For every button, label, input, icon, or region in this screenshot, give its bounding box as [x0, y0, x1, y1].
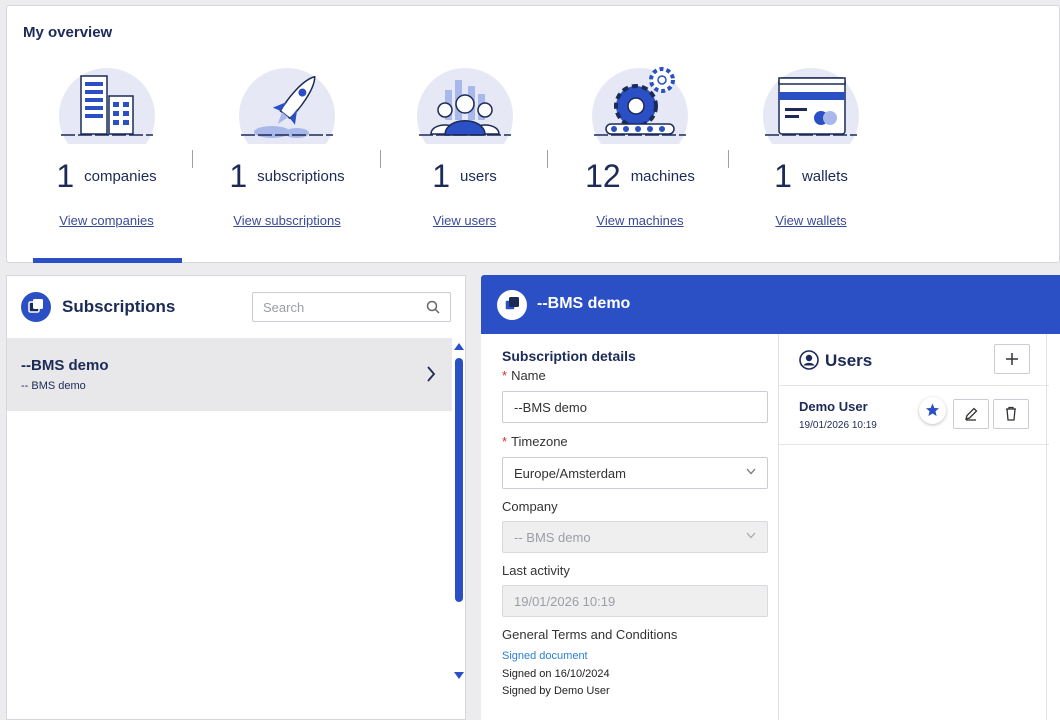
gears-icon — [592, 67, 688, 144]
subscriptions-icon — [21, 292, 51, 322]
gtc-signed-on: Signed on 16/10/2024 — [502, 668, 610, 680]
favorite-button[interactable] — [919, 397, 946, 424]
overview-panel: My overview 1 companies View companies 1… — [6, 5, 1060, 263]
view-machines-link[interactable]: View machines — [580, 213, 700, 228]
scroll-down-arrow-icon[interactable] — [454, 672, 464, 679]
subscription-subtitle: -- BMS demo — [21, 380, 86, 392]
user-date: 19/01/2026 10:19 — [799, 420, 877, 431]
star-icon — [926, 403, 939, 416]
scrollbar-thumb[interactable] — [455, 358, 463, 602]
trash-icon — [1006, 406, 1016, 421]
scroll-up-arrow-icon[interactable] — [454, 343, 464, 350]
signed-document-link[interactable]: Signed document — [502, 650, 588, 662]
stat-label: machines — [630, 168, 695, 185]
users-title: Users — [825, 351, 873, 370]
users-panel: Users Demo User 19/01/2026 10:19 — [778, 334, 1060, 720]
subscription-logo-icon — [497, 290, 527, 320]
stat-wallets: 1 wallets View wallets — [761, 66, 861, 228]
last-activity-label: Last activity — [502, 563, 570, 578]
company-label: Company — [502, 499, 558, 514]
plus-icon — [1006, 353, 1018, 365]
chevron-down-icon — [746, 532, 756, 539]
view-companies-link[interactable]: View companies — [49, 213, 164, 228]
view-subscriptions-link[interactable]: View subscriptions — [217, 213, 357, 228]
required-marker: * — [502, 434, 508, 449]
user-name: Demo User — [799, 399, 868, 414]
view-wallets-link[interactable]: View wallets — [761, 213, 861, 228]
divider — [547, 150, 548, 168]
company-select: -- BMS demo — [502, 521, 768, 553]
subscription-name: --BMS demo — [21, 357, 109, 374]
people-icon — [416, 68, 513, 144]
subscription-details-form: Subscription details * Name --BMS demo * T… — [481, 334, 778, 720]
user-list-item: Demo User 19/01/2026 10:19 — [779, 385, 1049, 445]
overview-title: My overview — [23, 24, 113, 41]
gtc-signed-by: Signed by Demo User — [502, 685, 610, 697]
divider — [380, 150, 381, 168]
stat-number: 1 — [432, 158, 451, 194]
name-field[interactable]: --BMS demo — [502, 391, 768, 423]
stat-companies: 1 companies View companies — [49, 66, 164, 228]
divider — [1046, 334, 1047, 720]
add-user-button[interactable] — [994, 344, 1030, 374]
stat-subscriptions: 1 subscriptions View subscriptions — [217, 66, 357, 228]
gtc-label: General Terms and Conditions — [502, 627, 678, 642]
divider — [192, 150, 193, 168]
stat-label: subscriptions — [257, 168, 345, 185]
divider — [728, 150, 729, 168]
detail-title: --BMS demo — [537, 295, 631, 312]
delete-user-button[interactable] — [993, 399, 1029, 429]
stat-machines: 12 machines View machines — [580, 66, 700, 228]
search-box — [252, 292, 451, 322]
section-title: Subscription details — [502, 348, 636, 364]
subscription-list-item[interactable]: --BMS demo -- BMS demo — [7, 338, 452, 411]
stat-label: wallets — [801, 168, 848, 185]
pencil-icon — [965, 407, 978, 421]
subscriptions-panel: Subscriptions --BMS demo -- BMS demo — [6, 275, 466, 720]
subscriptions-title: Subscriptions — [62, 297, 176, 316]
stat-number: 12 — [585, 158, 621, 194]
stat-number: 1 — [56, 158, 75, 194]
active-tab-indicator — [33, 258, 182, 263]
view-users-link[interactable]: View users — [412, 213, 517, 228]
chevron-right-icon — [427, 366, 436, 382]
required-marker: * — [502, 368, 508, 383]
user-circle-icon — [799, 350, 819, 370]
stat-number: 1 — [774, 158, 792, 194]
stat-label: companies — [84, 168, 157, 185]
stat-number: 1 — [229, 158, 248, 194]
buildings-icon — [58, 68, 155, 144]
last-activity-field: 19/01/2026 10:19 — [502, 585, 768, 617]
stat-users: 1 users View users — [412, 66, 517, 228]
subscription-detail-panel: --BMS demo Subscription details * Name --… — [481, 275, 1060, 720]
stat-label: users — [460, 168, 497, 185]
detail-header: --BMS demo — [481, 275, 1060, 334]
rocket-icon — [239, 68, 335, 144]
timezone-select[interactable]: Europe/Amsterdam — [502, 457, 768, 489]
search-icon[interactable] — [426, 300, 440, 314]
timezone-label: * Timezone — [502, 434, 568, 449]
edit-user-button[interactable] — [953, 399, 989, 429]
wallet-icon — [763, 68, 859, 144]
chevron-down-icon — [746, 468, 756, 475]
name-label: * Name — [502, 368, 546, 383]
search-input[interactable] — [253, 293, 413, 321]
